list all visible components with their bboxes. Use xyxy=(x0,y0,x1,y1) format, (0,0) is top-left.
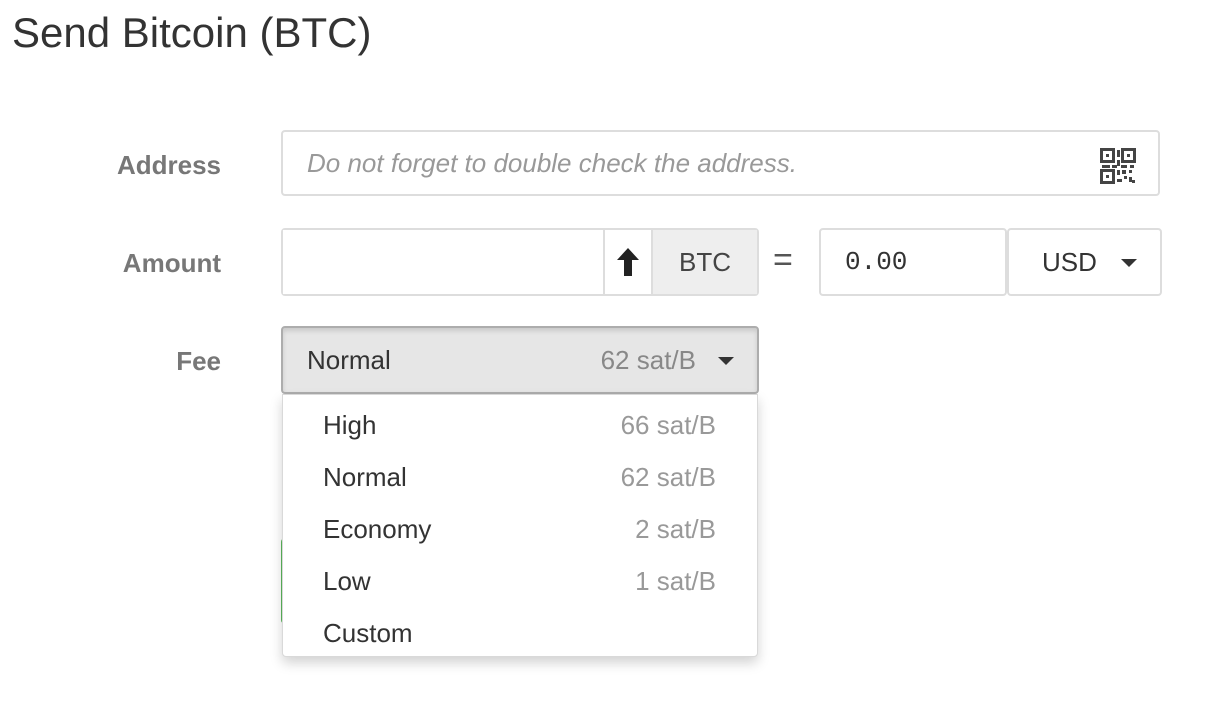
fee-option-rate: 62 sat/B xyxy=(620,462,716,492)
fee-option-normal[interactable]: Normal 62 sat/B xyxy=(283,451,757,503)
amount-label: Amount xyxy=(122,248,221,278)
fee-option-low[interactable]: Low 1 sat/B xyxy=(283,555,757,607)
fee-option-label: Custom xyxy=(323,618,413,648)
fee-option-rate: 66 sat/B xyxy=(620,410,716,440)
fee-selected-label: Normal xyxy=(307,345,391,375)
address-input[interactable] xyxy=(283,132,1083,194)
fee-dropdown-menu: High 66 sat/B Normal 62 sat/B Economy 2 … xyxy=(282,394,758,657)
currency-addon: BTC xyxy=(653,230,757,294)
qr-code-icon[interactable] xyxy=(1100,148,1136,184)
address-field xyxy=(281,130,1160,196)
caret-down-icon xyxy=(1121,259,1137,267)
fee-selected-rate: 62 sat/B xyxy=(600,345,696,375)
fee-option-custom[interactable]: Custom xyxy=(283,607,757,659)
arrow-up-icon xyxy=(617,248,639,276)
amount-input[interactable] xyxy=(283,230,603,294)
fee-option-rate: 2 sat/B xyxy=(635,514,716,544)
fee-label: Fee xyxy=(176,346,221,376)
amount-input-group: BTC xyxy=(281,228,759,296)
equals-sign: = xyxy=(773,241,793,279)
fee-option-economy[interactable]: Economy 2 sat/B xyxy=(283,503,757,555)
send-page: Send Bitcoin (BTC) Address Do not forget… xyxy=(0,0,1222,724)
fee-option-high[interactable]: High 66 sat/B xyxy=(283,399,757,451)
fiat-currency-value: USD xyxy=(1042,246,1097,277)
fee-select[interactable]: Normal 62 sat/B xyxy=(281,326,759,394)
fee-option-label: Normal xyxy=(323,462,407,492)
fee-option-rate: 1 sat/B xyxy=(635,566,716,596)
fiat-currency-select[interactable]: USD xyxy=(1007,228,1162,296)
fee-option-label: Low xyxy=(323,566,371,596)
address-label: Address xyxy=(116,150,221,180)
caret-down-icon xyxy=(718,357,734,365)
page-title: Send Bitcoin (BTC) xyxy=(12,9,372,56)
fee-option-label: High xyxy=(323,410,377,440)
max-amount-button[interactable] xyxy=(603,230,653,294)
fiat-amount-input[interactable] xyxy=(819,228,1007,296)
fee-option-label: Economy xyxy=(323,514,432,544)
